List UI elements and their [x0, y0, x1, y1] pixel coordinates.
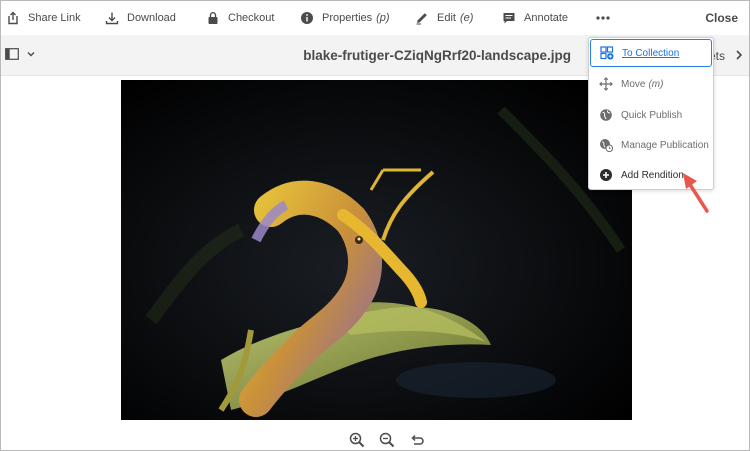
page-title: blake-frutiger-CZiqNgRrf20-landscape.jpg	[303, 48, 571, 63]
properties-shortcut: (p)	[376, 12, 390, 24]
zoom-out-button[interactable]	[378, 431, 396, 449]
menu-item-label: To Collection	[622, 47, 680, 59]
menu-item-move[interactable]: Move (m)	[590, 70, 712, 98]
zoom-controls	[348, 431, 426, 449]
seahorse-photo	[121, 80, 632, 420]
lock-icon	[208, 12, 218, 24]
move-shortcut: (m)	[648, 78, 664, 90]
annotate-label: Annotate	[524, 12, 569, 24]
menu-item-quick-publish[interactable]: Quick Publish	[590, 101, 712, 129]
download-icon	[105, 12, 119, 25]
comment-icon	[503, 13, 515, 24]
annotate-button[interactable]: Annotate	[502, 1, 568, 35]
download-label: Download	[127, 12, 176, 24]
zoom-out-icon	[379, 432, 395, 448]
edit-button[interactable]: Edit (e)	[415, 1, 473, 35]
asset-preview-image	[121, 80, 632, 420]
menu-item-manage-publication[interactable]: Manage Publication	[590, 131, 712, 159]
title-container: blake-frutiger-CZiqNgRrf20-landscape.jpg	[291, 35, 591, 76]
edit-label: Edit	[437, 12, 456, 24]
download-button[interactable]: Download	[105, 1, 176, 35]
share-icon	[8, 11, 18, 25]
globe-icon	[600, 109, 612, 121]
properties-label: Properties	[322, 12, 373, 24]
menu-item-label: Manage Publication	[621, 139, 709, 151]
pencil-icon	[416, 13, 427, 25]
rail-icon	[5, 48, 19, 60]
zoom-in-icon	[349, 432, 365, 448]
menu-item-to-collection[interactable]: To Collection	[590, 39, 712, 67]
undo-icon	[411, 434, 424, 445]
share-link-button[interactable]: Share Link	[6, 1, 81, 35]
action-bar: Share Link Download Checkout Properties …	[1, 1, 749, 35]
reset-zoom-button[interactable]	[408, 431, 426, 449]
chevron-down-icon	[27, 52, 35, 57]
share-link-label: Share Link	[28, 12, 81, 24]
move-label: Move	[621, 78, 646, 90]
add-circle-icon	[600, 169, 612, 181]
move-icon	[599, 77, 613, 91]
menu-item-label: Move (m)	[621, 79, 663, 90]
more-actions-button[interactable]	[592, 1, 614, 35]
checkout-button[interactable]: Checkout	[206, 1, 274, 35]
annotation-arrow-icon	[683, 173, 709, 213]
asset-viewer: Share Link Download Checkout Properties …	[0, 0, 750, 451]
chevron-right-icon[interactable]	[735, 49, 743, 61]
close-button[interactable]: Close	[705, 1, 738, 35]
info-icon	[301, 12, 313, 24]
edit-shortcut: (e)	[459, 12, 474, 24]
more-icon	[596, 16, 610, 20]
globe-clock-icon	[600, 139, 613, 152]
zoom-in-button[interactable]	[348, 431, 366, 449]
menu-item-label: Quick Publish	[621, 109, 683, 121]
menu-item-label: Add Rendition	[621, 169, 684, 181]
properties-button[interactable]: Properties (p)	[300, 1, 390, 35]
checkout-label: Checkout	[228, 12, 275, 24]
collection-icon	[600, 46, 614, 60]
left-rail-toggle[interactable]	[5, 48, 36, 60]
